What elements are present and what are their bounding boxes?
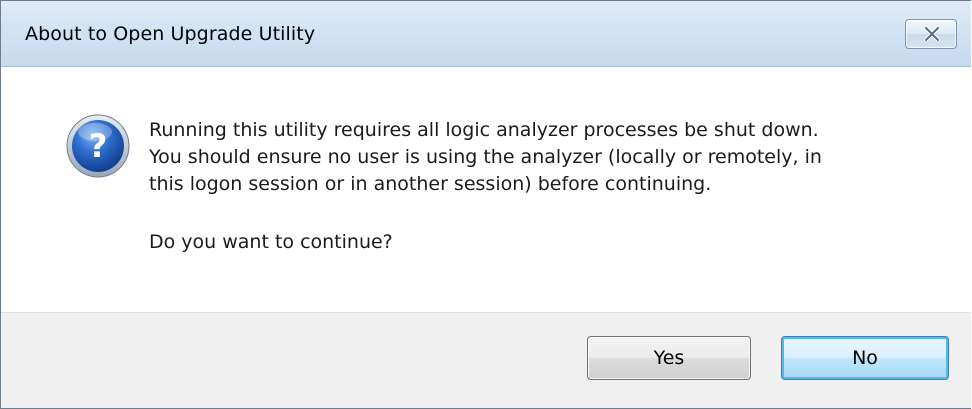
dialog-content: ? Running this utility requires all logi… [1, 67, 971, 312]
close-button[interactable] [905, 19, 957, 49]
svg-text:?: ? [89, 127, 108, 165]
button-bar: Yes No [1, 312, 971, 408]
question-icon: ? [66, 114, 130, 178]
message-line: Running this utility requires all logic … [149, 119, 819, 141]
message-text: Running this utility requires all logic … [149, 117, 822, 198]
close-icon [924, 27, 940, 41]
window-title: About to Open Upgrade Utility [25, 23, 316, 45]
question-text: Do you want to continue? [149, 231, 393, 253]
message-line: You should ensure no user is using the a… [149, 146, 822, 168]
title-bar[interactable]: About to Open Upgrade Utility [1, 1, 971, 67]
no-button[interactable]: No [781, 336, 949, 380]
message-line: this logon session or in another session… [149, 173, 712, 195]
message-dialog: About to Open Upgrade Utility ? Running … [0, 0, 971, 409]
yes-button[interactable]: Yes [587, 336, 751, 380]
